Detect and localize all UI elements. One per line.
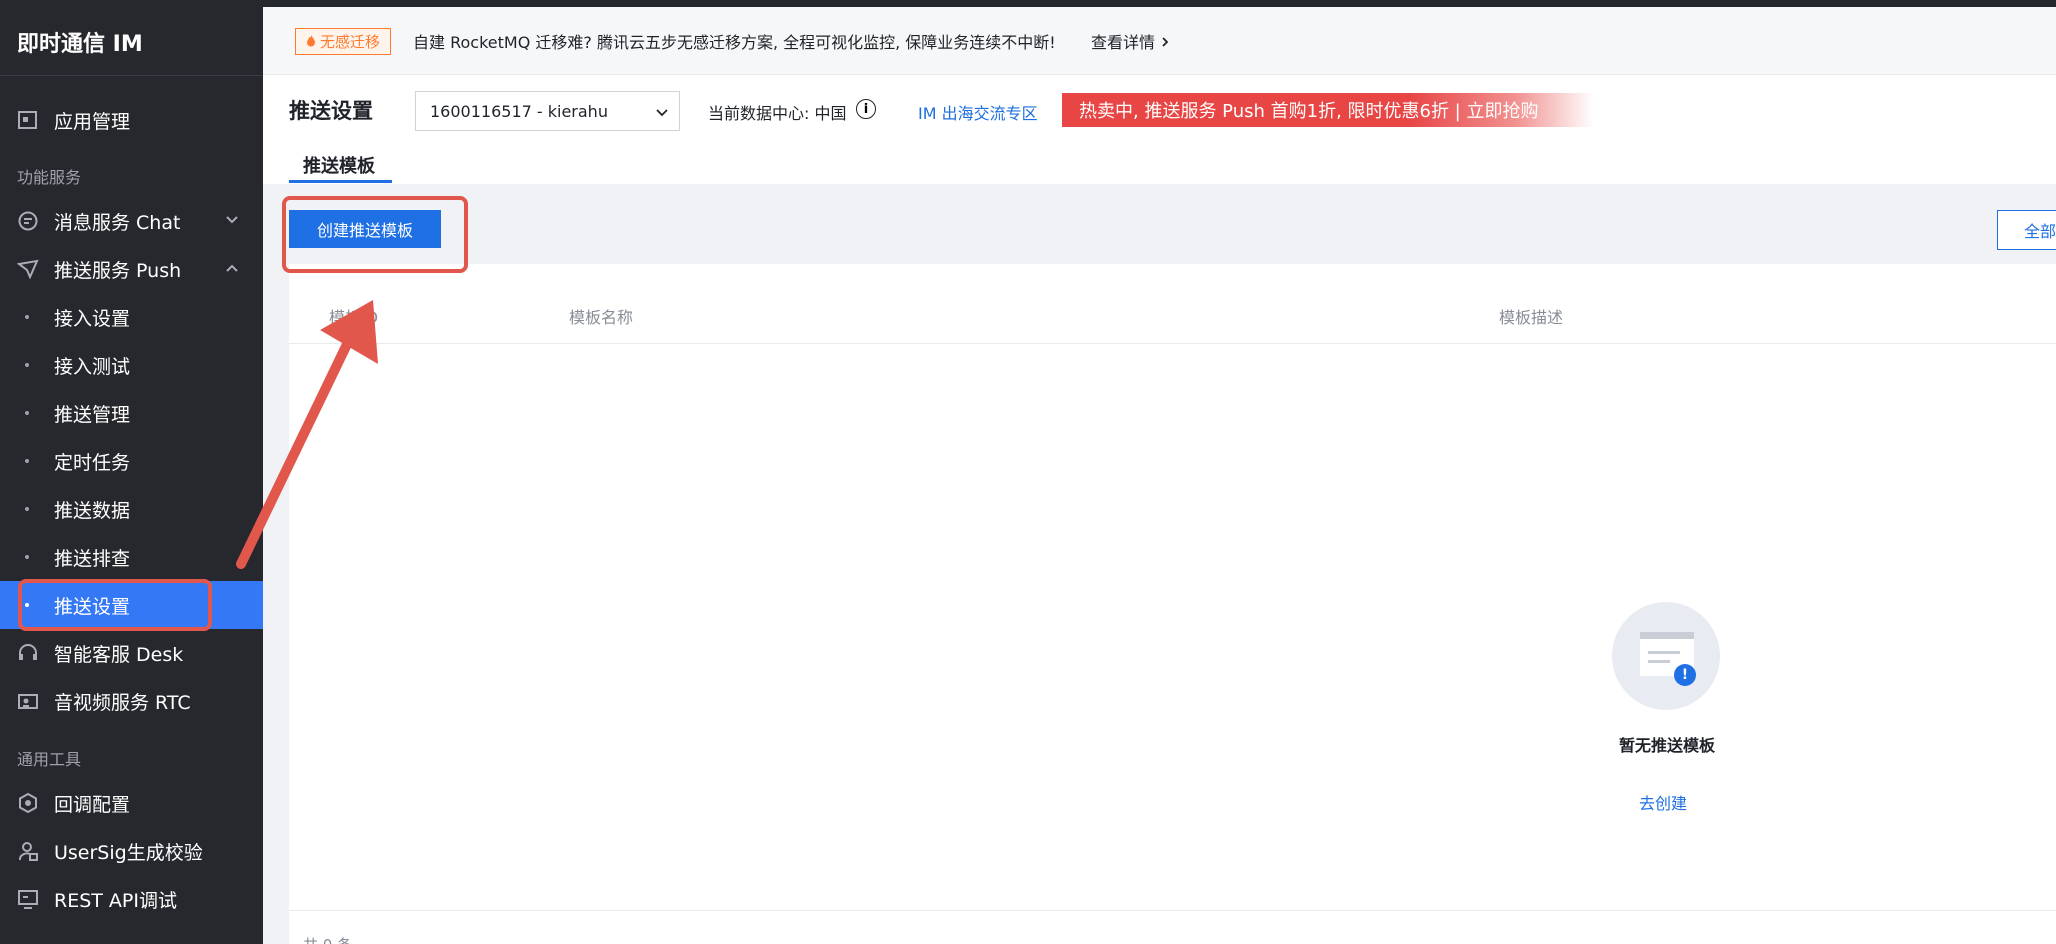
sidebar: 即时通信 IM 应用管理 功能服务 消息服务 Chat 推送服务 Push 接入… (0, 0, 263, 944)
bullet-icon (25, 459, 29, 463)
chevron-right-icon (1160, 33, 1170, 52)
content-area: 创建推送模板 全部 模板ID 模板名称 模板描述 ! 暂无推送模板 去创建 共 … (263, 184, 2056, 944)
empty-state-text: 暂无推送模板 (1618, 736, 1715, 755)
sidebar-item-label: 音视频服务 RTC (54, 691, 191, 714)
brand-title: 即时通信 IM (17, 32, 143, 57)
page-title: 推送设置 (289, 99, 373, 123)
sidebar-item-callback[interactable]: 回调配置 (0, 779, 263, 827)
column-header-template-name: 模板名称 (569, 308, 634, 327)
notice-text: 自建 RocketMQ 迁移难? 腾讯云五步无感迁移方案, 全程可视化监控, 保… (413, 33, 1056, 52)
headset-icon (16, 641, 40, 665)
sidebar-item-access-test[interactable]: 接入测试 (0, 341, 263, 389)
monitor-icon (16, 887, 40, 911)
footer-divider (289, 910, 2056, 911)
divider (0, 75, 263, 76)
tab-active-indicator (289, 180, 392, 183)
sidebar-item-label: 接入设置 (54, 307, 131, 330)
sidebar-item-access-settings[interactable]: 接入设置 (0, 293, 263, 341)
app-management-icon (16, 108, 40, 132)
total-count: 共 0 条 (303, 934, 352, 944)
sidebar-item-label: 推送服务 Push (54, 259, 182, 282)
sidebar-item-label: 消息服务 Chat (54, 211, 181, 234)
im-overseas-link[interactable]: IM 出海交流专区 (918, 100, 1038, 124)
sidebar-item-desk[interactable]: 智能客服 Desk (0, 629, 263, 677)
sidebar-item-label: 推送排查 (54, 547, 131, 570)
chevron-down-icon (225, 213, 239, 229)
go-create-link[interactable]: 去创建 (1589, 790, 1737, 814)
send-icon (16, 257, 40, 281)
sidebar-item-rest-api[interactable]: REST API调试 (0, 875, 263, 923)
sidebar-item-scheduled-tasks[interactable]: 定时任务 (0, 437, 263, 485)
empty-state-icon: ! (1612, 602, 1720, 710)
sidebar-item-rtc[interactable]: 音视频服务 RTC (0, 677, 263, 725)
app-select-value: 1600116517 - kierahu (430, 101, 608, 121)
sidebar-item-app-management[interactable]: 应用管理 (0, 96, 263, 144)
section-title-functions: 功能服务 (17, 168, 82, 187)
sidebar-item-label: 应用管理 (54, 110, 131, 133)
video-icon (16, 689, 40, 713)
bullet-icon (25, 603, 29, 607)
notice-bar: 无感迁移 自建 RocketMQ 迁移难? 腾讯云五步无感迁移方案, 全程可视化… (263, 7, 2056, 75)
user-key-icon (16, 839, 40, 863)
bullet-icon (25, 315, 29, 319)
notice-badge: 无感迁移 (295, 28, 392, 55)
template-table: 模板ID 模板名称 模板描述 ! 暂无推送模板 去创建 共 0 条 (289, 264, 2056, 944)
sidebar-item-label: 接入测试 (54, 355, 131, 378)
column-header-template-desc: 模板描述 (1499, 308, 1564, 327)
sidebar-item-chat[interactable]: 消息服务 Chat (0, 197, 263, 245)
sidebar-item-push-management[interactable]: 推送管理 (0, 389, 263, 437)
chevron-up-icon (225, 261, 239, 277)
page-header: 推送设置 1600116517 - kierahu 当前数据中心: 中国 i I… (263, 76, 2056, 184)
create-push-template-button[interactable]: 创建推送模板 (289, 210, 441, 248)
top-strip (0, 0, 2056, 7)
section-title-tools: 通用工具 (17, 750, 82, 769)
sidebar-item-label: 回调配置 (54, 793, 131, 816)
sidebar-item-label: 定时任务 (54, 451, 131, 474)
sidebar-item-push-settings[interactable]: 推送设置 (0, 581, 263, 629)
sidebar-item-label: 推送设置 (54, 595, 131, 618)
chevron-down-icon (655, 104, 669, 118)
alert-icon: ! (1674, 664, 1696, 686)
bullet-icon (25, 507, 29, 511)
tab-push-template[interactable]: 推送模板 (289, 152, 389, 178)
flame-icon (306, 33, 316, 51)
sidebar-item-label: 智能客服 Desk (54, 643, 184, 666)
data-center-label: 当前数据中心: 中国 (708, 104, 847, 123)
bullet-icon (25, 555, 29, 559)
sidebar-item-push-data[interactable]: 推送数据 (0, 485, 263, 533)
callback-icon (16, 791, 40, 815)
chat-icon (16, 209, 40, 233)
sidebar-item-usersig[interactable]: UserSig生成校验 (0, 827, 263, 875)
column-header-template-id: 模板ID (329, 308, 379, 327)
notice-detail-link[interactable]: 查看详情 (1091, 29, 1170, 53)
bullet-icon (25, 411, 29, 415)
sidebar-item-push-troubleshoot[interactable]: 推送排查 (0, 533, 263, 581)
sidebar-item-label: REST API调试 (54, 889, 177, 912)
header-divider (289, 343, 2056, 344)
sidebar-item-push[interactable]: 推送服务 Push (0, 245, 263, 293)
bullet-icon (25, 363, 29, 367)
sidebar-item-label: 推送管理 (54, 403, 131, 426)
sidebar-item-label: 推送数据 (54, 499, 131, 522)
info-icon[interactable]: i (856, 99, 876, 119)
app-select[interactable]: 1600116517 - kierahu (415, 91, 680, 131)
filter-all-button[interactable]: 全部 (1997, 210, 2056, 250)
sidebar-item-label: UserSig生成校验 (54, 841, 203, 864)
promo-banner[interactable]: 热卖中, 推送服务 Push 首购1折, 限时优惠6折 | 立即抢购 (1062, 93, 1594, 127)
notice-badge-label: 无感迁移 (320, 33, 381, 51)
notice-link-label: 查看详情 (1091, 33, 1156, 52)
